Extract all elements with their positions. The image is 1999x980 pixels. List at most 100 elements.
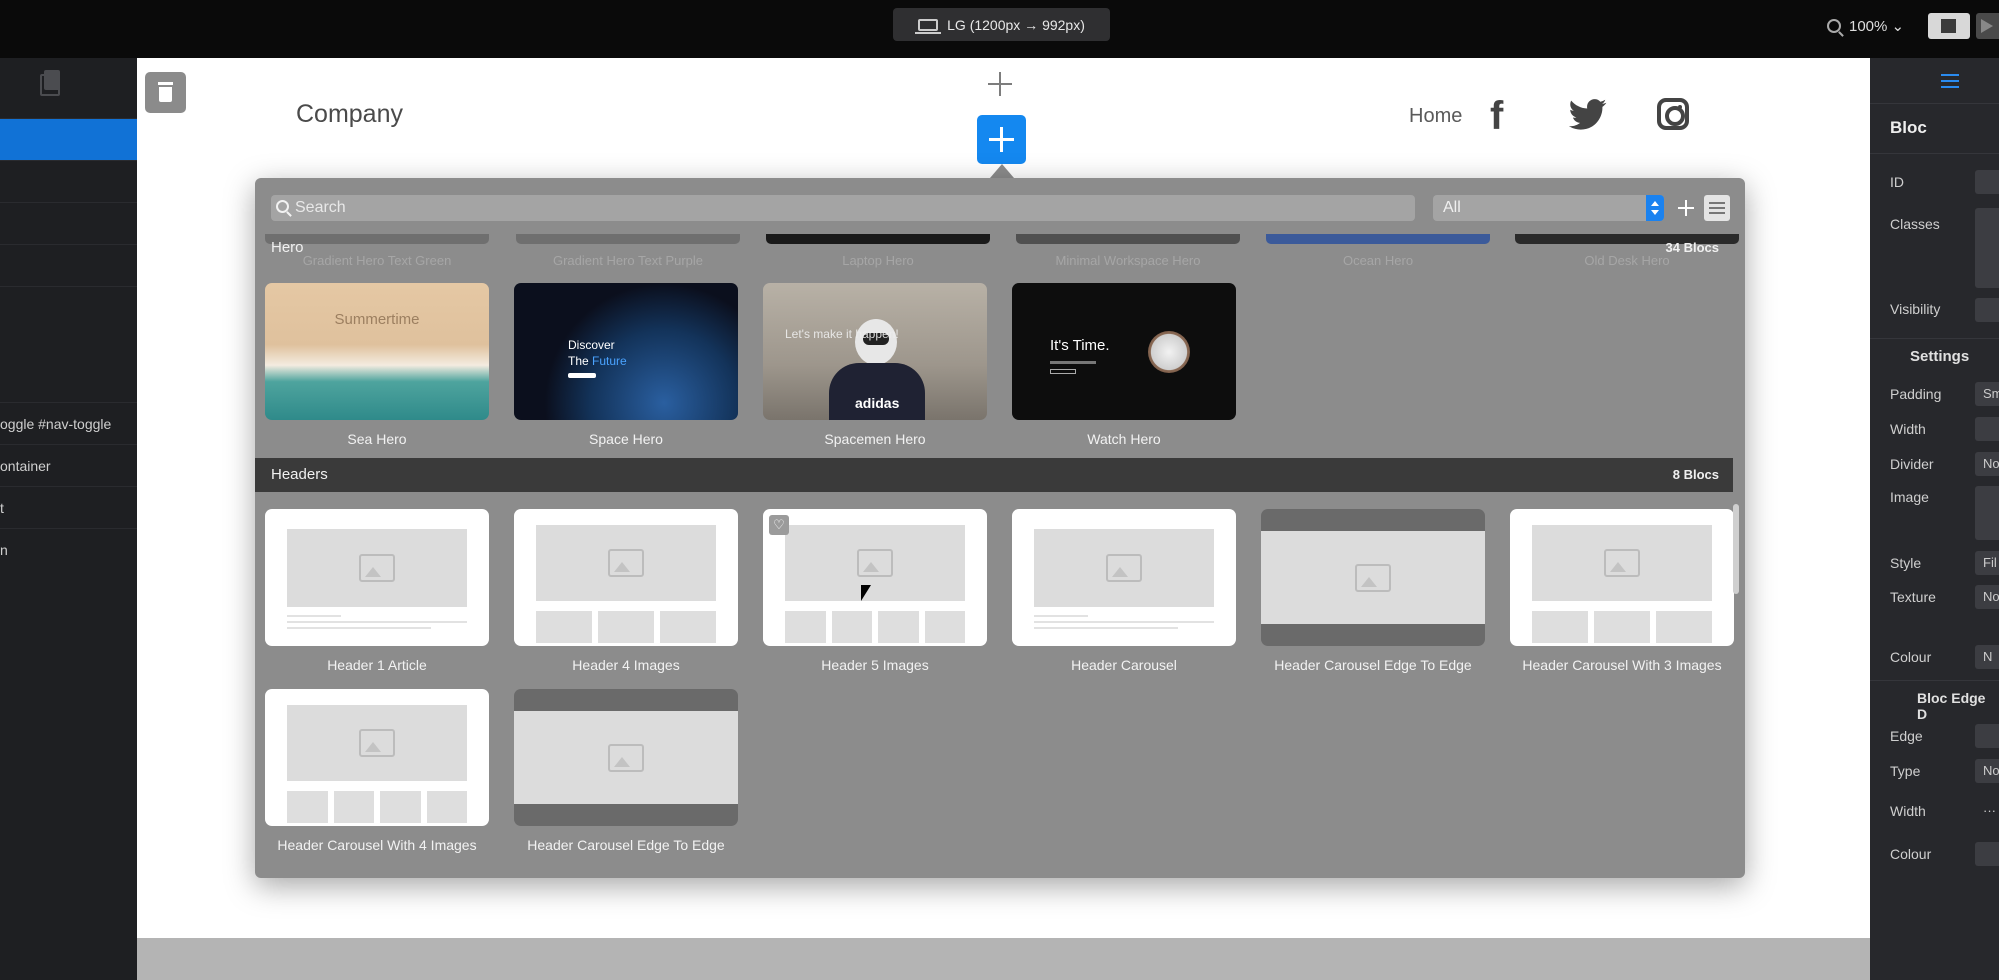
edge-select[interactable] — [1975, 724, 1999, 748]
bloc-card-sea-hero[interactable]: Summertime Sea Hero — [265, 283, 489, 447]
card-label: Header Carousel — [1071, 657, 1177, 673]
search-icon — [276, 200, 289, 213]
bloc-card-space-hero[interactable]: Discover The Future Space Hero — [514, 283, 738, 447]
twitter-icon[interactable] — [1568, 98, 1607, 134]
nav-link-home[interactable]: Home — [1409, 105, 1462, 128]
bloc-thumbnail — [1261, 509, 1485, 646]
favorite-icon[interactable]: ♡ — [769, 515, 789, 535]
divider-select[interactable]: No — [1975, 452, 1999, 476]
search-input[interactable] — [271, 195, 1415, 221]
edge-colour-label: Colour — [1890, 846, 1932, 862]
preview-button[interactable] — [1976, 13, 1999, 39]
colour-label: Colour — [1890, 649, 1932, 665]
bloc-card-header-1-article[interactable]: Header 1 Article — [265, 509, 489, 673]
edge-colour-swatch[interactable] — [1975, 842, 1999, 866]
layer-item-container[interactable]: ontainer — [0, 444, 137, 486]
edge-width-label: Width — [1890, 803, 1926, 819]
layer-item[interactable] — [0, 118, 137, 160]
bloc-thumbnail — [265, 689, 489, 826]
width-label: Width — [1890, 421, 1926, 437]
zoom-level: 100% ⌄ — [1849, 18, 1905, 35]
card-label: Header Carousel With 3 Images — [1522, 657, 1722, 673]
width-select[interactable] — [1975, 417, 1999, 441]
type-select[interactable]: No — [1975, 759, 1999, 783]
popover-arrow — [990, 164, 1014, 178]
add-bloc-button[interactable] — [977, 115, 1026, 164]
brand-text[interactable]: Company — [296, 100, 403, 129]
section-header-hero: Hero 34 Blocs — [255, 234, 1733, 268]
style-label: Style — [1890, 555, 1922, 571]
card-label: Header 4 Images — [572, 657, 680, 673]
magnifier-icon — [1827, 19, 1841, 33]
section-title: Headers — [271, 466, 328, 483]
select-caret-icon — [1646, 195, 1664, 221]
id-field[interactable] — [1975, 170, 1999, 194]
layer-item[interactable] — [0, 160, 137, 202]
view-mode-toggle[interactable] — [1928, 13, 1970, 39]
card-label: Spacemen Hero — [824, 431, 926, 447]
image-placeholder-icon — [608, 549, 644, 577]
top-toolbar: LG (1200px → 992px) 100% ⌄ — [0, 0, 1999, 58]
image-label: Image — [1890, 489, 1929, 505]
bloc-card-header-4-images[interactable]: Header 4 Images — [514, 509, 738, 673]
layer-item[interactable] — [0, 244, 137, 286]
edge-label: Edge — [1890, 728, 1923, 744]
texture-select[interactable]: No — [1975, 585, 1999, 609]
left-sidebar: oggle #nav-toggle ontainer t n — [0, 58, 137, 980]
card-label: Header 5 Images — [821, 657, 929, 673]
image-well[interactable] — [1975, 486, 1999, 540]
bloc-card-header-carousel-4-images[interactable]: Header Carousel With 4 Images — [265, 689, 489, 853]
visibility-label: Visibility — [1890, 301, 1941, 317]
canvas-next-bloc — [137, 938, 1870, 980]
bloc-card-watch-hero[interactable]: It's Time. Watch Hero — [1012, 283, 1236, 447]
pages-icon[interactable] — [40, 70, 60, 96]
style-select[interactable]: Fil — [1975, 551, 1999, 575]
delete-bloc-button[interactable] — [145, 72, 186, 113]
layer-item[interactable]: n — [0, 528, 137, 570]
colour-select[interactable]: N — [1975, 645, 1999, 669]
bloc-thumbnail: It's Time. — [1012, 283, 1236, 420]
section-count: 8 Blocs — [1672, 467, 1719, 482]
bloc-card-header-carousel[interactable]: Header Carousel — [1012, 509, 1236, 673]
list-view-icon[interactable] — [1704, 195, 1730, 221]
layer-item[interactable] — [0, 286, 137, 328]
image-placeholder-icon — [857, 549, 893, 577]
add-bloc-above-icon[interactable] — [986, 70, 1014, 98]
bloc-card-spacemen-hero[interactable]: Let's make it happen! adidas Spacemen He… — [763, 283, 987, 447]
breakpoint-selector[interactable]: LG (1200px → 992px) — [893, 8, 1110, 41]
layer-item[interactable]: t — [0, 486, 137, 528]
zoom-control[interactable]: 100% ⌄ — [1827, 14, 1904, 38]
bloc-thumbnail — [514, 689, 738, 826]
bloc-thumbnail: ♡ — [763, 509, 987, 646]
bloc-thumbnail — [1510, 509, 1734, 646]
image-placeholder-icon — [359, 554, 395, 582]
padding-label: Padding — [1890, 386, 1942, 402]
add-custom-bloc-icon[interactable] — [1678, 200, 1694, 216]
visibility-toggle[interactable] — [1975, 298, 1999, 322]
card-label: Sea Hero — [347, 431, 407, 447]
bloc-card-header-carousel-edge-to-edge-2[interactable]: Header Carousel Edge To Edge — [514, 689, 738, 853]
edge-width-stepper[interactable]: ··· — [1975, 799, 1999, 823]
settings-section-title: Settings — [1910, 348, 1970, 365]
classes-field[interactable] — [1975, 208, 1999, 288]
facebook-icon[interactable]: f — [1490, 96, 1512, 136]
card-label: Header Carousel Edge To Edge — [1274, 657, 1472, 673]
edge-section-title: Bloc Edge D — [1917, 690, 1986, 722]
laptop-icon — [915, 18, 942, 34]
id-label: ID — [1890, 174, 1904, 190]
section-title: Hero — [271, 239, 304, 256]
bloc-card-header-5-images[interactable]: ♡ Header 5 Images — [763, 509, 987, 673]
bloc-card-header-carousel-3-images[interactable]: Header Carousel With 3 Images — [1510, 509, 1734, 673]
bloc-card-header-carousel-edge-to-edge[interactable]: Header Carousel Edge To Edge — [1261, 509, 1485, 673]
padding-select[interactable]: Sm — [1975, 382, 1999, 406]
category-value: All — [1443, 199, 1461, 216]
popover-scrollbar[interactable] — [1733, 504, 1739, 594]
category-select[interactable]: All — [1433, 195, 1664, 221]
image-placeholder-icon — [1106, 554, 1142, 582]
bloc-library-list[interactable]: Gradient Hero Text Green Gradient Hero T… — [255, 234, 1745, 878]
layer-item-nav-toggle[interactable]: oggle #nav-toggle — [0, 402, 137, 444]
instagram-icon[interactable] — [1657, 98, 1689, 130]
texture-label: Texture — [1890, 589, 1936, 605]
layer-item[interactable] — [0, 202, 137, 244]
settings-sliders-icon[interactable] — [1941, 72, 1959, 90]
